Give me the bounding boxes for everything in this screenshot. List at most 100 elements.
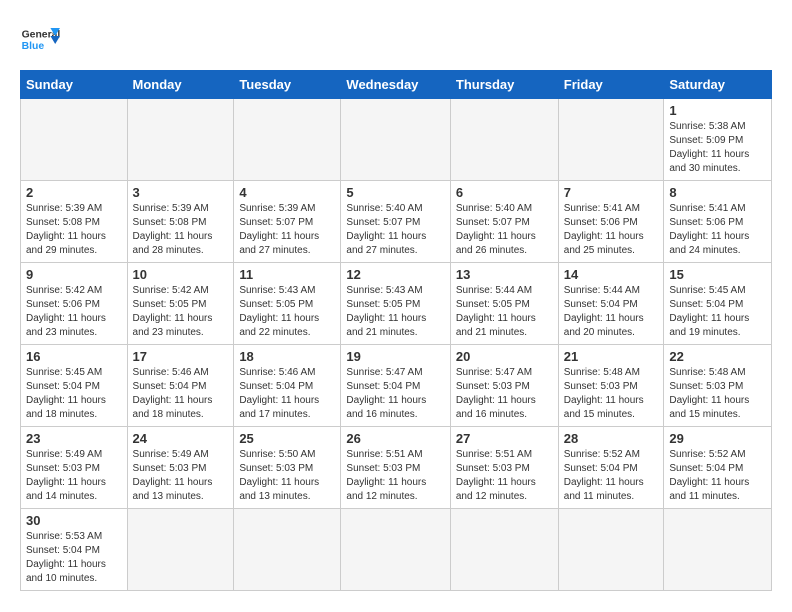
cell-content: Sunrise: 5:44 AM Sunset: 5:04 PM Dayligh… [564,284,659,340]
calendar-cell: 7Sunrise: 5:41 AM Sunset: 5:06 PM Daylig… [558,181,664,263]
calendar-cell: 24 Sunrise: 5:49 AM Sunset: 5:03 PM Dayli… [127,427,234,509]
day-number: 26 [346,431,444,446]
cell-content: Sunrise: 5:40 AM Sunset: 5:07 PM Dayligh… [456,202,553,258]
calendar-cell: 20 Sunrise: 5:47 AM Sunset: 5:03 PM Dayli… [450,345,558,427]
cell-content: Sunrise: 5:50 AM Sunset: 5:03 PM Dayligh… [239,448,335,504]
day-number: 15 [669,267,766,282]
calendar-cell [558,509,664,591]
cell-content: Sunrise: 5:53 AM Sunset: 5:04 PM Dayligh… [26,530,122,586]
cell-content: Sunrise: 5:40 AM Sunset: 5:07 PM Dayligh… [346,202,444,258]
calendar-cell [341,99,450,181]
calendar-cell: 14 Sunrise: 5:44 AM Sunset: 5:04 PM Dayli… [558,263,664,345]
calendar-week-row: 23 Sunrise: 5:49 AM Sunset: 5:03 PM Dayli… [21,427,772,509]
day-number: 9 [26,267,122,282]
cell-content: Sunrise: 5:48 AM Sunset: 5:03 PM Dayligh… [564,366,659,422]
day-number: 13 [456,267,553,282]
calendar-cell: 12 Sunrise: 5:43 AM Sunset: 5:05 PM Dayli… [341,263,450,345]
cell-content: Sunrise: 5:41 AM Sunset: 5:06 PM Dayligh… [669,202,766,258]
calendar-cell: 1Sunrise: 5:38 AM Sunset: 5:09 PM Daylig… [664,99,772,181]
day-of-week-header: Thursday [450,71,558,99]
day-number: 17 [133,349,229,364]
calendar-cell: 16Sunrise: 5:45 AM Sunset: 5:04 PM Dayli… [21,345,128,427]
day-of-week-header: Sunday [21,71,128,99]
calendar-cell: 23 Sunrise: 5:49 AM Sunset: 5:03 PM Dayli… [21,427,128,509]
day-number: 23 [26,431,122,446]
cell-content: Sunrise: 5:41 AM Sunset: 5:06 PM Dayligh… [564,202,659,258]
day-number: 5 [346,185,444,200]
calendar-cell [127,509,234,591]
calendar-cell [664,509,772,591]
calendar-table: SundayMondayTuesdayWednesdayThursdayFrid… [20,70,772,591]
day-number: 2 [26,185,122,200]
calendar-cell: 5 Sunrise: 5:40 AM Sunset: 5:07 PM Daylig… [341,181,450,263]
day-number: 29 [669,431,766,446]
calendar-header-row: SundayMondayTuesdayWednesdayThursdayFrid… [21,71,772,99]
cell-content: Sunrise: 5:39 AM Sunset: 5:08 PM Dayligh… [133,202,229,258]
day-number: 8 [669,185,766,200]
calendar-cell: 26Sunrise: 5:51 AM Sunset: 5:03 PM Dayli… [341,427,450,509]
calendar-week-row: 1Sunrise: 5:38 AM Sunset: 5:09 PM Daylig… [21,99,772,181]
calendar-cell [234,99,341,181]
calendar-cell: 15 Sunrise: 5:45 AM Sunset: 5:04 PM Dayli… [664,263,772,345]
day-of-week-header: Saturday [664,71,772,99]
calendar-cell: 21 Sunrise: 5:48 AM Sunset: 5:03 PM Dayli… [558,345,664,427]
cell-content: Sunrise: 5:43 AM Sunset: 5:05 PM Dayligh… [346,284,444,340]
day-number: 12 [346,267,444,282]
svg-text:Blue: Blue [22,41,45,52]
day-number: 18 [239,349,335,364]
calendar-cell: 27Sunrise: 5:51 AM Sunset: 5:03 PM Dayli… [450,427,558,509]
day-number: 14 [564,267,659,282]
calendar-week-row: 9 Sunrise: 5:42 AM Sunset: 5:06 PM Daylig… [21,263,772,345]
calendar-cell [558,99,664,181]
calendar-cell: 22Sunrise: 5:48 AM Sunset: 5:03 PM Dayli… [664,345,772,427]
day-number: 16 [26,349,122,364]
day-number: 21 [564,349,659,364]
cell-content: Sunrise: 5:49 AM Sunset: 5:03 PM Dayligh… [133,448,229,504]
calendar-cell: 17 Sunrise: 5:46 AM Sunset: 5:04 PM Dayli… [127,345,234,427]
cell-content: Sunrise: 5:47 AM Sunset: 5:04 PM Dayligh… [346,366,444,422]
day-of-week-header: Tuesday [234,71,341,99]
logo-icon: General Blue [20,20,60,60]
cell-content: Sunrise: 5:47 AM Sunset: 5:03 PM Dayligh… [456,366,553,422]
calendar-cell: 4 Sunrise: 5:39 AM Sunset: 5:07 PM Daylig… [234,181,341,263]
calendar-cell [234,509,341,591]
day-number: 20 [456,349,553,364]
calendar-cell: 8 Sunrise: 5:41 AM Sunset: 5:06 PM Daylig… [664,181,772,263]
day-number: 22 [669,349,766,364]
calendar-cell: 19 Sunrise: 5:47 AM Sunset: 5:04 PM Dayli… [341,345,450,427]
cell-content: Sunrise: 5:39 AM Sunset: 5:08 PM Dayligh… [26,202,122,258]
cell-content: Sunrise: 5:42 AM Sunset: 5:06 PM Dayligh… [26,284,122,340]
day-number: 11 [239,267,335,282]
calendar-week-row: 30 Sunrise: 5:53 AM Sunset: 5:04 PM Dayli… [21,509,772,591]
cell-content: Sunrise: 5:49 AM Sunset: 5:03 PM Dayligh… [26,448,122,504]
day-number: 6 [456,185,553,200]
day-number: 28 [564,431,659,446]
calendar-cell: 11Sunrise: 5:43 AM Sunset: 5:05 PM Dayli… [234,263,341,345]
calendar-cell: 13 Sunrise: 5:44 AM Sunset: 5:05 PM Dayli… [450,263,558,345]
calendar-cell [341,509,450,591]
calendar-cell: 6 Sunrise: 5:40 AM Sunset: 5:07 PM Daylig… [450,181,558,263]
calendar-cell [450,99,558,181]
day-number: 25 [239,431,335,446]
calendar-cell: 2 Sunrise: 5:39 AM Sunset: 5:08 PM Daylig… [21,181,128,263]
day-of-week-header: Wednesday [341,71,450,99]
cell-content: Sunrise: 5:44 AM Sunset: 5:05 PM Dayligh… [456,284,553,340]
calendar-cell: 28Sunrise: 5:52 AM Sunset: 5:04 PM Dayli… [558,427,664,509]
day-number: 4 [239,185,335,200]
cell-content: Sunrise: 5:51 AM Sunset: 5:03 PM Dayligh… [456,448,553,504]
calendar-week-row: 2 Sunrise: 5:39 AM Sunset: 5:08 PM Daylig… [21,181,772,263]
cell-content: Sunrise: 5:38 AM Sunset: 5:09 PM Dayligh… [669,120,766,176]
cell-content: Sunrise: 5:46 AM Sunset: 5:04 PM Dayligh… [133,366,229,422]
cell-content: Sunrise: 5:39 AM Sunset: 5:07 PM Dayligh… [239,202,335,258]
day-number: 3 [133,185,229,200]
calendar-cell: 29Sunrise: 5:52 AM Sunset: 5:04 PM Dayli… [664,427,772,509]
calendar-cell: 25 Sunrise: 5:50 AM Sunset: 5:03 PM Dayli… [234,427,341,509]
day-number: 24 [133,431,229,446]
cell-content: Sunrise: 5:45 AM Sunset: 5:04 PM Dayligh… [669,284,766,340]
calendar-cell: 3 Sunrise: 5:39 AM Sunset: 5:08 PM Daylig… [127,181,234,263]
logo: General Blue [20,20,60,60]
day-number: 19 [346,349,444,364]
cell-content: Sunrise: 5:46 AM Sunset: 5:04 PM Dayligh… [239,366,335,422]
day-number: 30 [26,513,122,528]
day-number: 10 [133,267,229,282]
